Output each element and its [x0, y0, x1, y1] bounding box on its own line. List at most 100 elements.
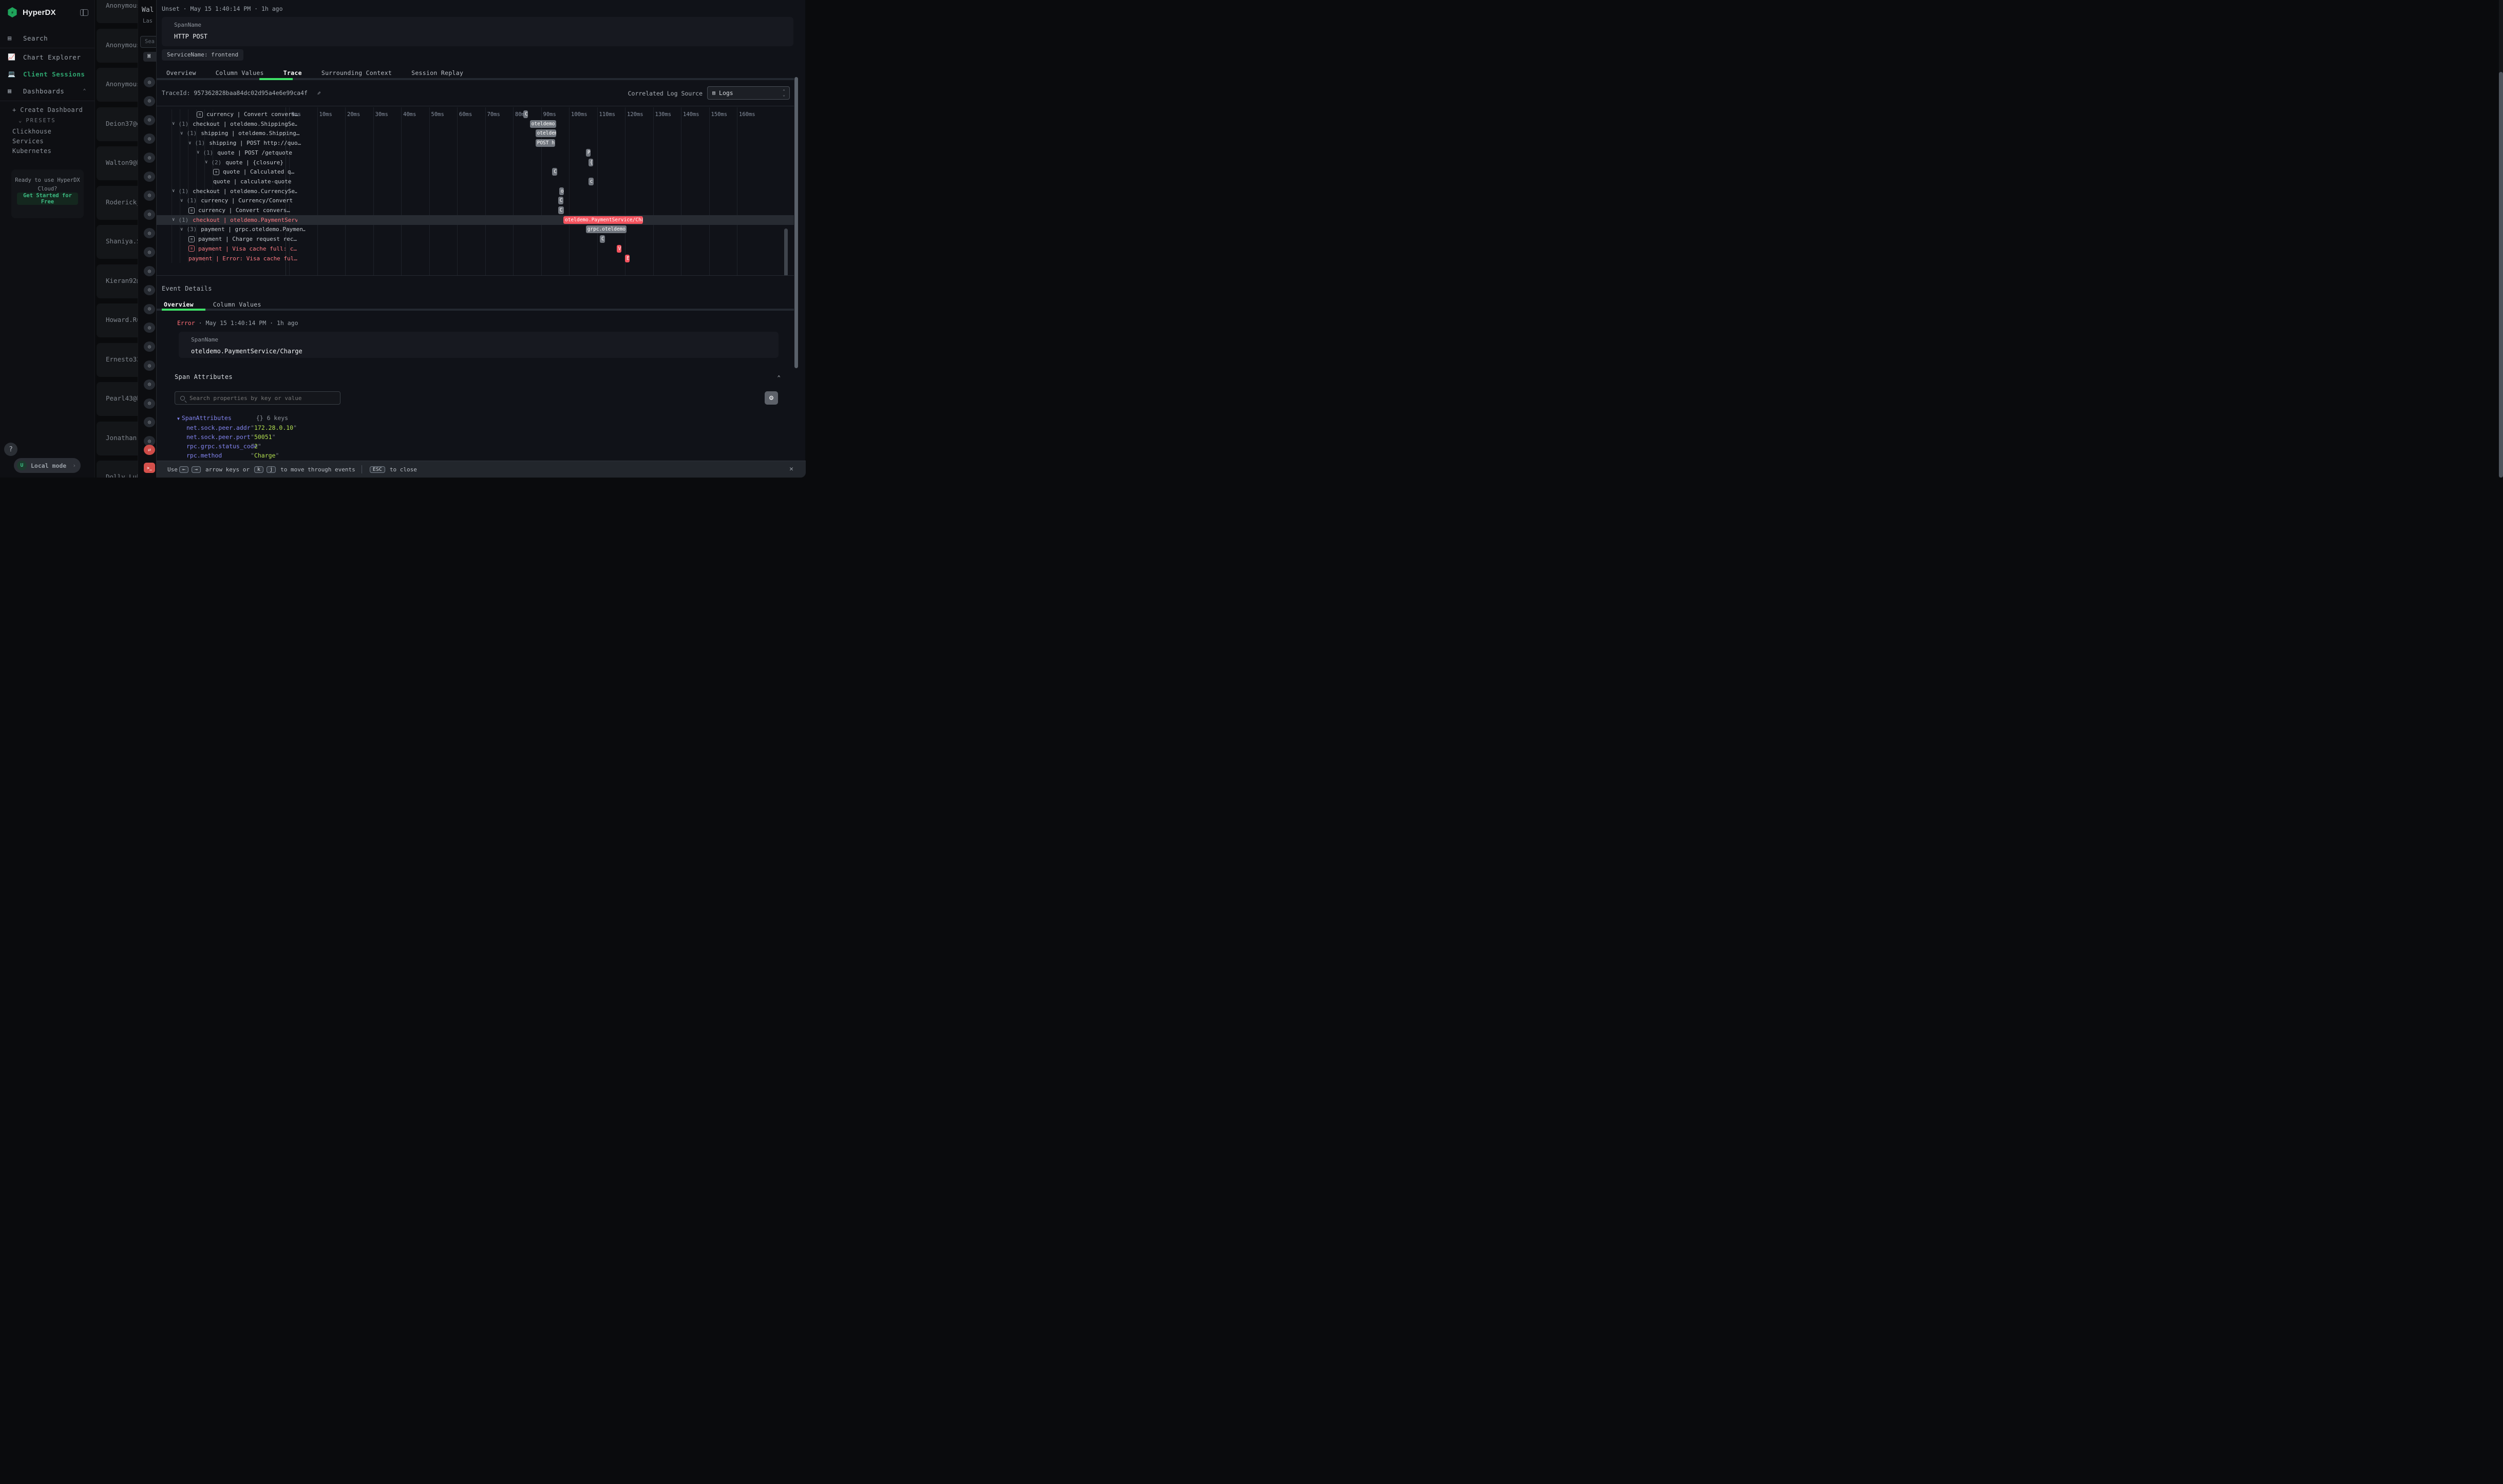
location-pin-icon[interactable]: ◎: [144, 360, 155, 371]
location-pin-icon[interactable]: ◎: [144, 115, 155, 125]
get-started-button[interactable]: Get Started for Free: [17, 193, 78, 205]
location-pin-icon[interactable]: ◎: [144, 210, 155, 220]
edit-pencil-icon[interactable]: ✎: [317, 90, 321, 97]
span-duration-bar[interactable]: c: [589, 178, 594, 185]
location-pin-icon[interactable]: ◎: [144, 398, 155, 409]
presets-section-toggle[interactable]: ⌄PRESETS: [0, 118, 94, 124]
chevron-down-icon[interactable]: ∨: [205, 160, 207, 165]
session-list-item[interactable]: Deion37@gm: [97, 107, 138, 141]
attribute-key[interactable]: net.sock.peer.addr: [186, 424, 251, 431]
k-key[interactable]: k: [254, 466, 263, 473]
attribute-key[interactable]: rpc.method: [186, 452, 222, 459]
trace-span-row[interactable]: ≡payment | Charge request rec…C: [157, 234, 794, 244]
sidebar-item-search[interactable]: ▤Search: [0, 31, 94, 45]
esc-key[interactable]: ESC: [370, 466, 385, 473]
location-pin-icon[interactable]: ◎: [144, 379, 155, 390]
sidebar-item-client-sessions[interactable]: 💻Client Sessions: [0, 67, 94, 81]
tab-surrounding-context[interactable]: Surrounding Context: [321, 69, 392, 77]
location-pin-icon[interactable]: ◎: [144, 417, 155, 427]
attribute-key[interactable]: net.sock.peer.port: [186, 433, 251, 441]
span-duration-bar[interactable]: C: [523, 110, 528, 118]
trace-span-row[interactable]: ∨(1)shipping | POST http://quo…POST h: [157, 138, 794, 148]
attribute-key[interactable]: rpc.grpc.status_code: [186, 443, 257, 450]
trace-span-row[interactable]: ∨(1)checkout | oteldemo.CurrencySe…o: [157, 186, 794, 196]
chevron-down-icon[interactable]: ∨: [180, 131, 183, 136]
span-duration-bar[interactable]: grpc.oteldemo.: [586, 225, 627, 233]
session-list-item[interactable]: Roderick_S: [97, 186, 138, 220]
location-pin-icon[interactable]: ◎: [144, 96, 155, 106]
chevron-down-icon[interactable]: ∨: [172, 121, 175, 126]
chevron-down-icon[interactable]: ∨: [172, 217, 175, 222]
span-duration-bar[interactable]: {: [589, 159, 594, 166]
session-list-item[interactable]: Shaniya.Sc: [97, 225, 138, 259]
details-tab-overview[interactable]: Overview: [164, 301, 194, 308]
session-list-item[interactable]: Dolly.Lubo: [97, 461, 138, 478]
trace-span-row[interactable]: quote | calculate-quotec: [157, 177, 794, 186]
waterfall-scrollbar[interactable]: [784, 107, 788, 274]
location-pin-icon[interactable]: ◎: [144, 134, 155, 144]
chevron-down-icon[interactable]: ∨: [172, 188, 175, 194]
j-key[interactable]: j: [267, 466, 276, 473]
chevron-down-icon[interactable]: ∨: [188, 141, 191, 146]
span-duration-bar[interactable]: oteldemo.PaymentService/Char: [563, 216, 643, 224]
location-pin-icon[interactable]: ◎: [144, 172, 155, 182]
close-icon[interactable]: ✕: [789, 465, 793, 473]
session-filter-chip[interactable]: H: [143, 52, 156, 62]
location-pin-icon[interactable]: ◎: [144, 247, 155, 257]
sidebar-collapse-icon[interactable]: [80, 9, 88, 16]
session-list-item[interactable]: Ernesto33@: [97, 343, 138, 377]
collapse-section-icon[interactable]: ⌃: [777, 374, 781, 381]
terminal-icon[interactable]: >_: [144, 463, 155, 473]
trace-span-row[interactable]: ∨(1)currency | Currency/ConvertC: [157, 196, 794, 205]
location-pin-icon[interactable]: ◎: [144, 266, 155, 276]
session-list-item[interactable]: Anonymous: [97, 0, 138, 23]
session-list-item[interactable]: Anonymous: [97, 68, 138, 102]
trace-span-row[interactable]: ∨(1)shipping | oteldemo.Shipping…oteldem: [157, 128, 794, 138]
log-source-select[interactable]: ▤ Logs ⌃⌄: [707, 86, 790, 100]
help-button[interactable]: ?: [4, 443, 17, 456]
trace-span-row[interactable]: ∨(1)checkout | oteldemo.ShippingSe…oteld…: [157, 119, 794, 129]
session-search-input[interactable]: Sea: [140, 36, 156, 48]
chevron-down-icon[interactable]: ∨: [180, 198, 183, 203]
trace-span-row[interactable]: ∨(1)quote | POST /getquoteP: [157, 148, 794, 158]
page-scrollbar[interactable]: [2499, 0, 2503, 478]
sidebar-item-dashboards[interactable]: ▦Dashboards⌃: [0, 84, 94, 98]
session-list-item[interactable]: Jonathan.B: [97, 422, 138, 455]
span-duration-bar[interactable]: P: [586, 149, 591, 157]
chevron-down-icon[interactable]: ∨: [180, 227, 183, 232]
details-tab-column-values[interactable]: Column Values: [213, 301, 261, 308]
swap-arrows-icon[interactable]: ⇄: [144, 445, 155, 455]
account-menu[interactable]: U Local mode ›: [14, 458, 81, 473]
preset-kubernetes[interactable]: Kubernetes: [0, 147, 94, 155]
gear-icon[interactable]: ⚙: [765, 391, 778, 405]
location-pin-icon[interactable]: ◎: [144, 153, 155, 163]
span-duration-bar[interactable]: V: [617, 245, 621, 253]
location-pin-icon[interactable]: ◎: [144, 228, 155, 238]
span-duration-bar[interactable]: C: [552, 168, 557, 176]
trace-span-row[interactable]: ≡currency | Convert convers…C: [157, 109, 794, 119]
trace-span-row[interactable]: ∨(1)checkout | oteldemo.PaymentServi…ote…: [157, 215, 794, 225]
modal-scrollbar[interactable]: [794, 0, 798, 478]
location-pin-icon[interactable]: ◎: [144, 322, 155, 333]
session-list-item[interactable]: Walton9@ho: [97, 146, 138, 180]
span-duration-bar[interactable]: C: [600, 235, 605, 243]
span-duration-bar[interactable]: C: [558, 197, 563, 204]
span-duration-bar[interactable]: oteldemo.: [530, 120, 557, 128]
tab-trace[interactable]: Trace: [283, 69, 302, 77]
tab-column-values[interactable]: Column Values: [216, 69, 264, 77]
location-pin-icon[interactable]: ◎: [144, 341, 155, 352]
trace-span-row[interactable]: ≡payment | Visa cache full: c…V: [157, 244, 794, 254]
location-pin-icon[interactable]: ◎: [144, 285, 155, 295]
span-duration-bar[interactable]: C: [558, 206, 564, 214]
service-name-chip[interactable]: ServiceName: frontend: [162, 49, 243, 61]
tab-session-replay[interactable]: Session Replay: [411, 69, 463, 77]
attributes-search[interactable]: [175, 391, 340, 405]
location-pin-icon[interactable]: ◎: [144, 304, 155, 314]
span-duration-bar[interactable]: POST h: [536, 139, 555, 147]
create-dashboard-button[interactable]: + Create Dashboard: [0, 106, 94, 113]
trace-span-row[interactable]: ∨(2)quote | {closure}{: [157, 158, 794, 167]
attributes-root-node[interactable]: ▼SpanAttributes{} 6 keys: [177, 414, 288, 422]
preset-services[interactable]: Services: [0, 138, 94, 145]
arrow-right-key[interactable]: →: [192, 466, 201, 473]
trace-span-row[interactable]: payment | Error: Visa cache ful…E: [157, 254, 794, 263]
